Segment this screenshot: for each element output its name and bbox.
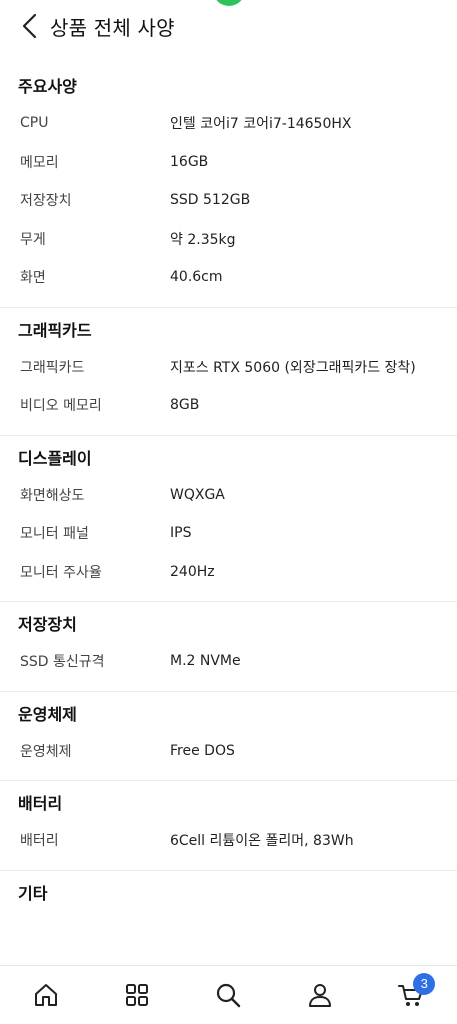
app-header: 상품 전체 사양 xyxy=(0,0,457,52)
spec-label: 배터리 xyxy=(20,833,59,850)
spec-value: SSD 512GB xyxy=(170,192,251,209)
spec-row: 배터리 6Cell 리튬이온 폴리머, 83Wh xyxy=(0,821,457,860)
spec-value: 약 2.35kg xyxy=(170,231,236,248)
spec-label: 모니터 주사율 xyxy=(20,564,102,581)
spec-row: 모니터 주사율 240Hz xyxy=(0,553,457,592)
spec-value: 240Hz xyxy=(170,563,215,580)
spec-value: 16GB xyxy=(170,153,209,170)
spec-value: 40.6cm xyxy=(170,269,223,286)
section-title: 기타 xyxy=(18,883,48,903)
nav-cart[interactable]: 3 xyxy=(383,971,439,1019)
section-storage: 저장장치 SSD 통신규격 M.2 NVMe xyxy=(0,602,457,692)
spec-row: 무게 약 2.35kg xyxy=(0,220,457,259)
search-icon xyxy=(217,983,241,1008)
spec-row: 운영체제 Free DOS xyxy=(0,732,457,771)
spec-row: 저장장치 SSD 512GB xyxy=(0,181,457,220)
spec-value: M.2 NVMe xyxy=(170,653,241,670)
cart-count-badge: 3 xyxy=(413,973,436,995)
nav-my-page[interactable] xyxy=(292,971,348,1019)
user-icon xyxy=(308,984,331,1007)
nav-home[interactable] xyxy=(18,971,74,1019)
spec-row: 비디오 메모리 8GB xyxy=(0,386,457,425)
spec-label: 모니터 패널 xyxy=(20,526,89,543)
page-title: 상품 전체 사양 xyxy=(50,15,175,40)
spec-value: 6Cell 리튬이온 폴리머, 83Wh xyxy=(170,833,354,850)
back-button[interactable] xyxy=(10,6,50,46)
grid-icon xyxy=(126,984,149,1006)
spec-value: 8GB xyxy=(170,397,200,414)
spec-row: 모니터 패널 IPS xyxy=(0,514,457,553)
spec-label: 비디오 메모리 xyxy=(20,398,102,415)
spec-label: 저장장치 xyxy=(20,193,72,210)
spec-label: 운영체제 xyxy=(20,743,72,760)
section-graphics: 그래픽카드 그래픽카드 지포스 RTX 5060 (외장그래픽카드 장착) 비디… xyxy=(0,308,457,436)
spec-value: 지포스 RTX 5060 (외장그래픽카드 장착) xyxy=(170,359,416,376)
section-etc: 기타 xyxy=(0,871,457,921)
spec-value: 인텔 코어i7 코어i7-14650HX xyxy=(170,116,352,133)
bottom-navigation: 3 xyxy=(0,965,457,1024)
spec-label: 무게 xyxy=(20,231,46,248)
spec-row: CPU 인텔 코어i7 코어i7-14650HX xyxy=(0,104,457,143)
spec-value: Free DOS xyxy=(170,742,235,759)
section-title: 배터리 xyxy=(18,794,63,813)
spec-label: CPU xyxy=(20,115,49,132)
spec-label: 화면해상도 xyxy=(20,487,85,504)
spec-value: WQXGA xyxy=(170,486,225,503)
nav-category[interactable] xyxy=(109,971,165,1019)
spec-row: SSD 통신규격 M.2 NVMe xyxy=(0,642,457,681)
section-battery: 배터리 배터리 6Cell 리튬이온 폴리머, 83Wh xyxy=(0,781,457,871)
section-title: 저장장치 xyxy=(18,615,77,634)
spec-row: 화면 40.6cm xyxy=(0,258,457,297)
spec-label: SSD 통신규격 xyxy=(20,654,105,671)
spec-label: 메모리 xyxy=(20,154,59,171)
section-os: 운영체제 운영체제 Free DOS xyxy=(0,692,457,781)
nav-search[interactable] xyxy=(200,971,256,1019)
section-main-specs: 주요사양 CPU 인텔 코어i7 코어i7-14650HX 메모리 16GB 저… xyxy=(0,64,457,308)
section-display: 디스플레이 화면해상도 WQXGA 모니터 패널 IPS 모니터 주사율 240… xyxy=(0,436,457,602)
section-title: 운영체제 xyxy=(18,704,77,724)
spec-list: 주요사양 CPU 인텔 코어i7 코어i7-14650HX 메모리 16GB 저… xyxy=(0,64,457,966)
spec-row: 그래픽카드 지포스 RTX 5060 (외장그래픽카드 장착) xyxy=(0,348,457,387)
spec-label: 화면 xyxy=(20,270,46,287)
chevron-left-icon xyxy=(22,13,37,39)
home-icon xyxy=(34,984,57,1006)
spec-row: 화면해상도 WQXGA xyxy=(0,476,457,515)
section-title: 그래픽카드 xyxy=(18,320,92,340)
section-title: 주요사양 xyxy=(18,77,77,96)
spec-row: 메모리 16GB xyxy=(0,143,457,182)
spec-label: 그래픽카드 xyxy=(20,359,85,376)
spec-value: IPS xyxy=(170,525,192,542)
section-title: 디스플레이 xyxy=(18,448,92,468)
